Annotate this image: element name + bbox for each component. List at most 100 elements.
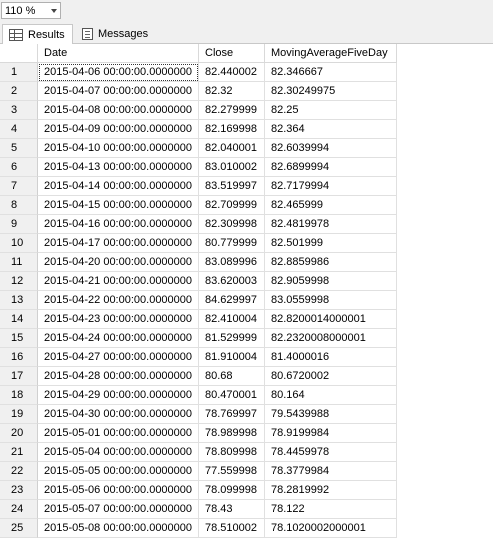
moving-average-cell[interactable]: 82.501999 [265,234,397,253]
close-cell[interactable]: 82.709999 [199,196,265,215]
zoom-dropdown[interactable]: 110 % [1,2,61,19]
moving-average-cell[interactable]: 82.30249975 [265,82,397,101]
row-number[interactable]: 17 [0,367,38,386]
table-row[interactable]: 6 2015-04-13 00:00:00.0000000 83.010002 82.… [0,158,397,177]
table-row[interactable]: 22 2015-05-05 00:00:00.0000000 77.559998 78… [0,462,397,481]
close-cell[interactable]: 77.559998 [199,462,265,481]
date-cell[interactable]: 2015-04-06 00:00:00.0000000 [38,63,199,82]
moving-average-cell[interactable]: 82.8200014000001 [265,310,397,329]
moving-average-cell[interactable]: 82.364 [265,120,397,139]
table-row[interactable]: 13 2015-04-22 00:00:00.0000000 84.629997 83… [0,291,397,310]
date-cell[interactable]: 2015-04-23 00:00:00.0000000 [38,310,199,329]
close-cell[interactable]: 80.68 [199,367,265,386]
moving-average-cell[interactable]: 79.5439988 [265,405,397,424]
moving-average-cell[interactable]: 78.122 [265,500,397,519]
date-cell[interactable]: 2015-05-06 00:00:00.0000000 [38,481,199,500]
row-number[interactable]: 2 [0,82,38,101]
date-cell[interactable]: 2015-05-01 00:00:00.0000000 [38,424,199,443]
close-cell[interactable]: 82.169998 [199,120,265,139]
close-cell[interactable]: 82.309998 [199,215,265,234]
row-number[interactable]: 23 [0,481,38,500]
close-cell[interactable]: 83.620003 [199,272,265,291]
date-cell[interactable]: 2015-04-28 00:00:00.0000000 [38,367,199,386]
row-number[interactable]: 12 [0,272,38,291]
chevron-down-icon[interactable] [48,3,60,18]
moving-average-cell[interactable]: 80.164 [265,386,397,405]
table-row[interactable]: 25 2015-05-08 00:00:00.0000000 78.510002 78… [0,519,397,538]
row-number[interactable]: 5 [0,139,38,158]
column-header-close[interactable]: Close [199,44,265,63]
close-cell[interactable]: 78.099998 [199,481,265,500]
moving-average-cell[interactable]: 78.4459978 [265,443,397,462]
moving-average-cell[interactable]: 78.3779984 [265,462,397,481]
table-row[interactable]: 21 2015-05-04 00:00:00.0000000 78.809998 78… [0,443,397,462]
tab-results[interactable]: Results [2,24,73,45]
date-cell[interactable]: 2015-04-24 00:00:00.0000000 [38,329,199,348]
row-number[interactable]: 9 [0,215,38,234]
moving-average-cell[interactable]: 82.346667 [265,63,397,82]
moving-average-cell[interactable]: 78.9199984 [265,424,397,443]
row-number[interactable]: 13 [0,291,38,310]
date-cell[interactable]: 2015-04-20 00:00:00.0000000 [38,253,199,272]
date-cell[interactable]: 2015-04-27 00:00:00.0000000 [38,348,199,367]
table-row[interactable]: 9 2015-04-16 00:00:00.0000000 82.309998 82.… [0,215,397,234]
moving-average-cell[interactable]: 82.8859986 [265,253,397,272]
moving-average-cell[interactable]: 82.465999 [265,196,397,215]
moving-average-cell[interactable]: 82.7179994 [265,177,397,196]
row-number[interactable]: 18 [0,386,38,405]
close-cell[interactable]: 78.769997 [199,405,265,424]
date-cell[interactable]: 2015-05-07 00:00:00.0000000 [38,500,199,519]
row-number-header[interactable] [0,44,38,63]
column-header-moving-average[interactable]: MovingAverageFiveDay [265,44,397,63]
close-cell[interactable]: 78.809998 [199,443,265,462]
date-cell[interactable]: 2015-05-08 00:00:00.0000000 [38,519,199,538]
table-row[interactable]: 4 2015-04-09 00:00:00.0000000 82.169998 82.… [0,120,397,139]
table-row[interactable]: 20 2015-05-01 00:00:00.0000000 78.989998 78… [0,424,397,443]
date-cell[interactable]: 2015-04-14 00:00:00.0000000 [38,177,199,196]
table-row[interactable]: 12 2015-04-21 00:00:00.0000000 83.620003 82… [0,272,397,291]
moving-average-cell[interactable]: 78.1020002000001 [265,519,397,538]
date-cell[interactable]: 2015-05-05 00:00:00.0000000 [38,462,199,481]
table-row[interactable]: 16 2015-04-27 00:00:00.0000000 81.910004 81… [0,348,397,367]
row-number[interactable]: 3 [0,101,38,120]
close-cell[interactable]: 81.529999 [199,329,265,348]
close-cell[interactable]: 83.519997 [199,177,265,196]
moving-average-cell[interactable]: 82.25 [265,101,397,120]
row-number[interactable]: 25 [0,519,38,538]
table-row[interactable]: 15 2015-04-24 00:00:00.0000000 81.529999 82… [0,329,397,348]
row-number[interactable]: 22 [0,462,38,481]
row-number[interactable]: 16 [0,348,38,367]
date-cell[interactable]: 2015-04-22 00:00:00.0000000 [38,291,199,310]
results-grid[interactable]: Date Close MovingAverageFiveDay 1 2015-04… [0,44,493,538]
row-number[interactable]: 11 [0,253,38,272]
moving-average-cell[interactable]: 78.2819992 [265,481,397,500]
table-row[interactable]: 23 2015-05-06 00:00:00.0000000 78.099998 78… [0,481,397,500]
table-row[interactable]: 24 2015-05-07 00:00:00.0000000 78.43 78.122 [0,500,397,519]
moving-average-cell[interactable]: 82.2320008000001 [265,329,397,348]
close-cell[interactable]: 82.32 [199,82,265,101]
close-cell[interactable]: 78.510002 [199,519,265,538]
moving-average-cell[interactable]: 83.0559998 [265,291,397,310]
date-cell[interactable]: 2015-04-16 00:00:00.0000000 [38,215,199,234]
date-cell[interactable]: 2015-04-09 00:00:00.0000000 [38,120,199,139]
close-cell[interactable]: 82.040001 [199,139,265,158]
row-number[interactable]: 4 [0,120,38,139]
close-cell[interactable]: 80.470001 [199,386,265,405]
row-number[interactable]: 8 [0,196,38,215]
row-number[interactable]: 6 [0,158,38,177]
date-cell[interactable]: 2015-04-29 00:00:00.0000000 [38,386,199,405]
close-cell[interactable]: 83.089996 [199,253,265,272]
date-cell[interactable]: 2015-04-30 00:00:00.0000000 [38,405,199,424]
row-number[interactable]: 7 [0,177,38,196]
table-row[interactable]: 17 2015-04-28 00:00:00.0000000 80.68 80.672… [0,367,397,386]
moving-average-cell[interactable]: 80.6720002 [265,367,397,386]
close-cell[interactable]: 80.779999 [199,234,265,253]
table-row[interactable]: 8 2015-04-15 00:00:00.0000000 82.709999 82.… [0,196,397,215]
table-row[interactable]: 3 2015-04-08 00:00:00.0000000 82.279999 82.… [0,101,397,120]
row-number[interactable]: 21 [0,443,38,462]
moving-average-cell[interactable]: 82.4819978 [265,215,397,234]
table-row[interactable]: 2 2015-04-07 00:00:00.0000000 82.32 82.3024… [0,82,397,101]
close-cell[interactable]: 84.629997 [199,291,265,310]
close-cell[interactable]: 82.279999 [199,101,265,120]
table-row[interactable]: 5 2015-04-10 00:00:00.0000000 82.040001 82.… [0,139,397,158]
